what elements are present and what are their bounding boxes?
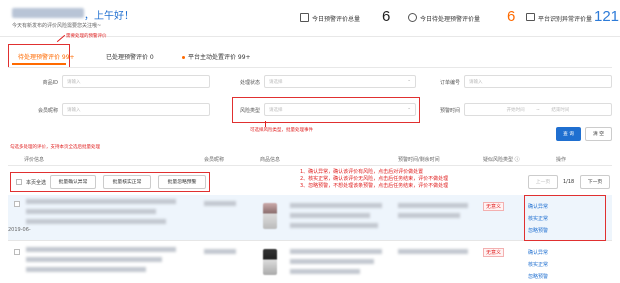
tab-pending[interactable]: 待处理预警评价 99+ (18, 52, 75, 61)
review-date: 2019-06- (8, 227, 31, 233)
annotation-tabs-note: 需要处理的预警评价 (66, 34, 107, 39)
chevron-down-icon: ⌄ (407, 78, 411, 83)
col-review: 评价信息 (24, 157, 45, 163)
verify-normal-link[interactable]: 核实正常 (528, 215, 548, 222)
table-row: 无意义 确认异常 核实正常 忽略预警 (8, 243, 612, 283)
stat-platform-abnormal: 平台识别异常评价量 121 (526, 8, 619, 28)
user-name (12, 8, 84, 18)
confirm-abnormal-link[interactable]: 确认异常 (528, 249, 548, 256)
filter-warn-time-label: 预警时间 (439, 108, 460, 114)
member-input[interactable]: 请输入 (62, 103, 210, 116)
prev-page-button[interactable]: 上一页 (528, 175, 558, 189)
product-info (290, 213, 370, 218)
order-no-input[interactable]: 请输入 (464, 75, 612, 88)
tab-processed[interactable]: 已处理预警评价 0 (106, 52, 154, 61)
col-member: 会员昵称 (204, 157, 225, 163)
chevron-down-icon: ⌄ (407, 106, 411, 111)
filter-order-label: 订单编号 (439, 80, 460, 86)
row-checkbox[interactable] (14, 201, 20, 207)
notice-text: 今天有新发布的评价风险需要您关注哦~ (12, 23, 102, 29)
annotation-batch-note: 勾选多处理的评价，支持本页全选后批量处理 (10, 145, 100, 150)
tab-platform[interactable]: 平台主动处置评价 99+ (182, 52, 251, 61)
member-nickname (204, 201, 236, 206)
clock-icon (408, 13, 417, 22)
table-row: 2019-06- 无意义 确认异常 核实正常 忽略预警 (8, 195, 612, 241)
verify-normal-link[interactable]: 核实正常 (528, 261, 548, 268)
filter-status-label: 处理状态 (239, 80, 260, 86)
table-header: 评价信息 会员昵称 商品信息 预警时间/剩余时间 疑似风险类型 ⓘ 操作 (8, 154, 612, 166)
confirm-abnormal-link[interactable]: 确认异常 (528, 203, 548, 210)
product-info (290, 259, 374, 264)
risk-type-select[interactable]: 请选择 ⌄ (264, 103, 416, 116)
col-product: 商品信息 (260, 157, 281, 163)
query-button[interactable]: 查 询 (556, 127, 581, 141)
warn-time (398, 249, 468, 254)
stat-today-total: 今日预警评价总量 6 (300, 8, 400, 28)
product-thumbnail (263, 203, 277, 229)
batch-confirm-button[interactable]: 批量确认异常 (50, 175, 96, 189)
calendar-icon (300, 13, 309, 22)
annotation-arrow (265, 121, 266, 127)
col-warn-time: 预警时间/剩余时间 (398, 157, 440, 163)
filter-member-label: 会员昵称 (37, 108, 58, 114)
annotation-risk-note: 可选择风险类型，批量处理事件 (250, 128, 313, 133)
stat-today-pending: 今日待处理预警评价量 6 (408, 8, 520, 28)
review-text (26, 257, 162, 262)
risk-badge: 无意义 (483, 202, 505, 211)
product-info (290, 269, 360, 274)
col-actions: 操作 (556, 157, 567, 163)
tab-active-underline (12, 63, 66, 65)
dot-icon (182, 56, 185, 59)
next-page-button[interactable]: 下一页 (580, 175, 610, 189)
member-nickname (204, 249, 236, 254)
product-info (290, 223, 378, 228)
select-all-checkbox[interactable] (16, 179, 22, 185)
product-thumbnail (263, 249, 277, 275)
batch-verify-button[interactable]: 批量核实正常 (103, 175, 151, 189)
review-text (26, 247, 176, 252)
review-text (26, 199, 176, 204)
filter-risk-label: 风险类型 (239, 108, 260, 114)
monitor-icon (526, 13, 535, 21)
review-text (26, 267, 146, 272)
warn-time (398, 203, 468, 208)
warn-time (398, 213, 460, 218)
product-info (290, 203, 382, 208)
product-info (290, 249, 382, 254)
ignore-warning-link[interactable]: 忽略预警 (528, 227, 548, 234)
select-all-label: 本页全选 (26, 180, 47, 186)
clear-button[interactable]: 清 空 (585, 127, 612, 141)
row-checkbox[interactable] (14, 249, 20, 255)
status-select[interactable]: 请选择 ⌄ (264, 75, 416, 88)
batch-ignore-button[interactable]: 批量忽略预警 (158, 175, 206, 189)
page-indicator: 1/18 (563, 179, 575, 185)
warn-time-range[interactable]: 开始时间 ~ 结束时间 (464, 103, 612, 116)
col-risk-type: 疑似风险类型 ⓘ (483, 157, 520, 163)
review-text (26, 209, 156, 214)
greeting: ，上午好！ (84, 11, 134, 22)
help-icon: ⓘ (514, 157, 520, 163)
ignore-warning-link[interactable]: 忽略预警 (528, 273, 548, 280)
tabs-divider (8, 67, 612, 68)
filter-product-id-label: 商品ID (42, 80, 58, 86)
annotation-actions-notes: 1、确认异常，确认该评价有风险，点击后对评价做处置 2、核实正常，确认该评价无风… (300, 169, 449, 189)
product-id-input[interactable]: 请输入 (62, 75, 210, 88)
risk-badge: 无意义 (483, 248, 505, 257)
review-text (26, 219, 166, 224)
